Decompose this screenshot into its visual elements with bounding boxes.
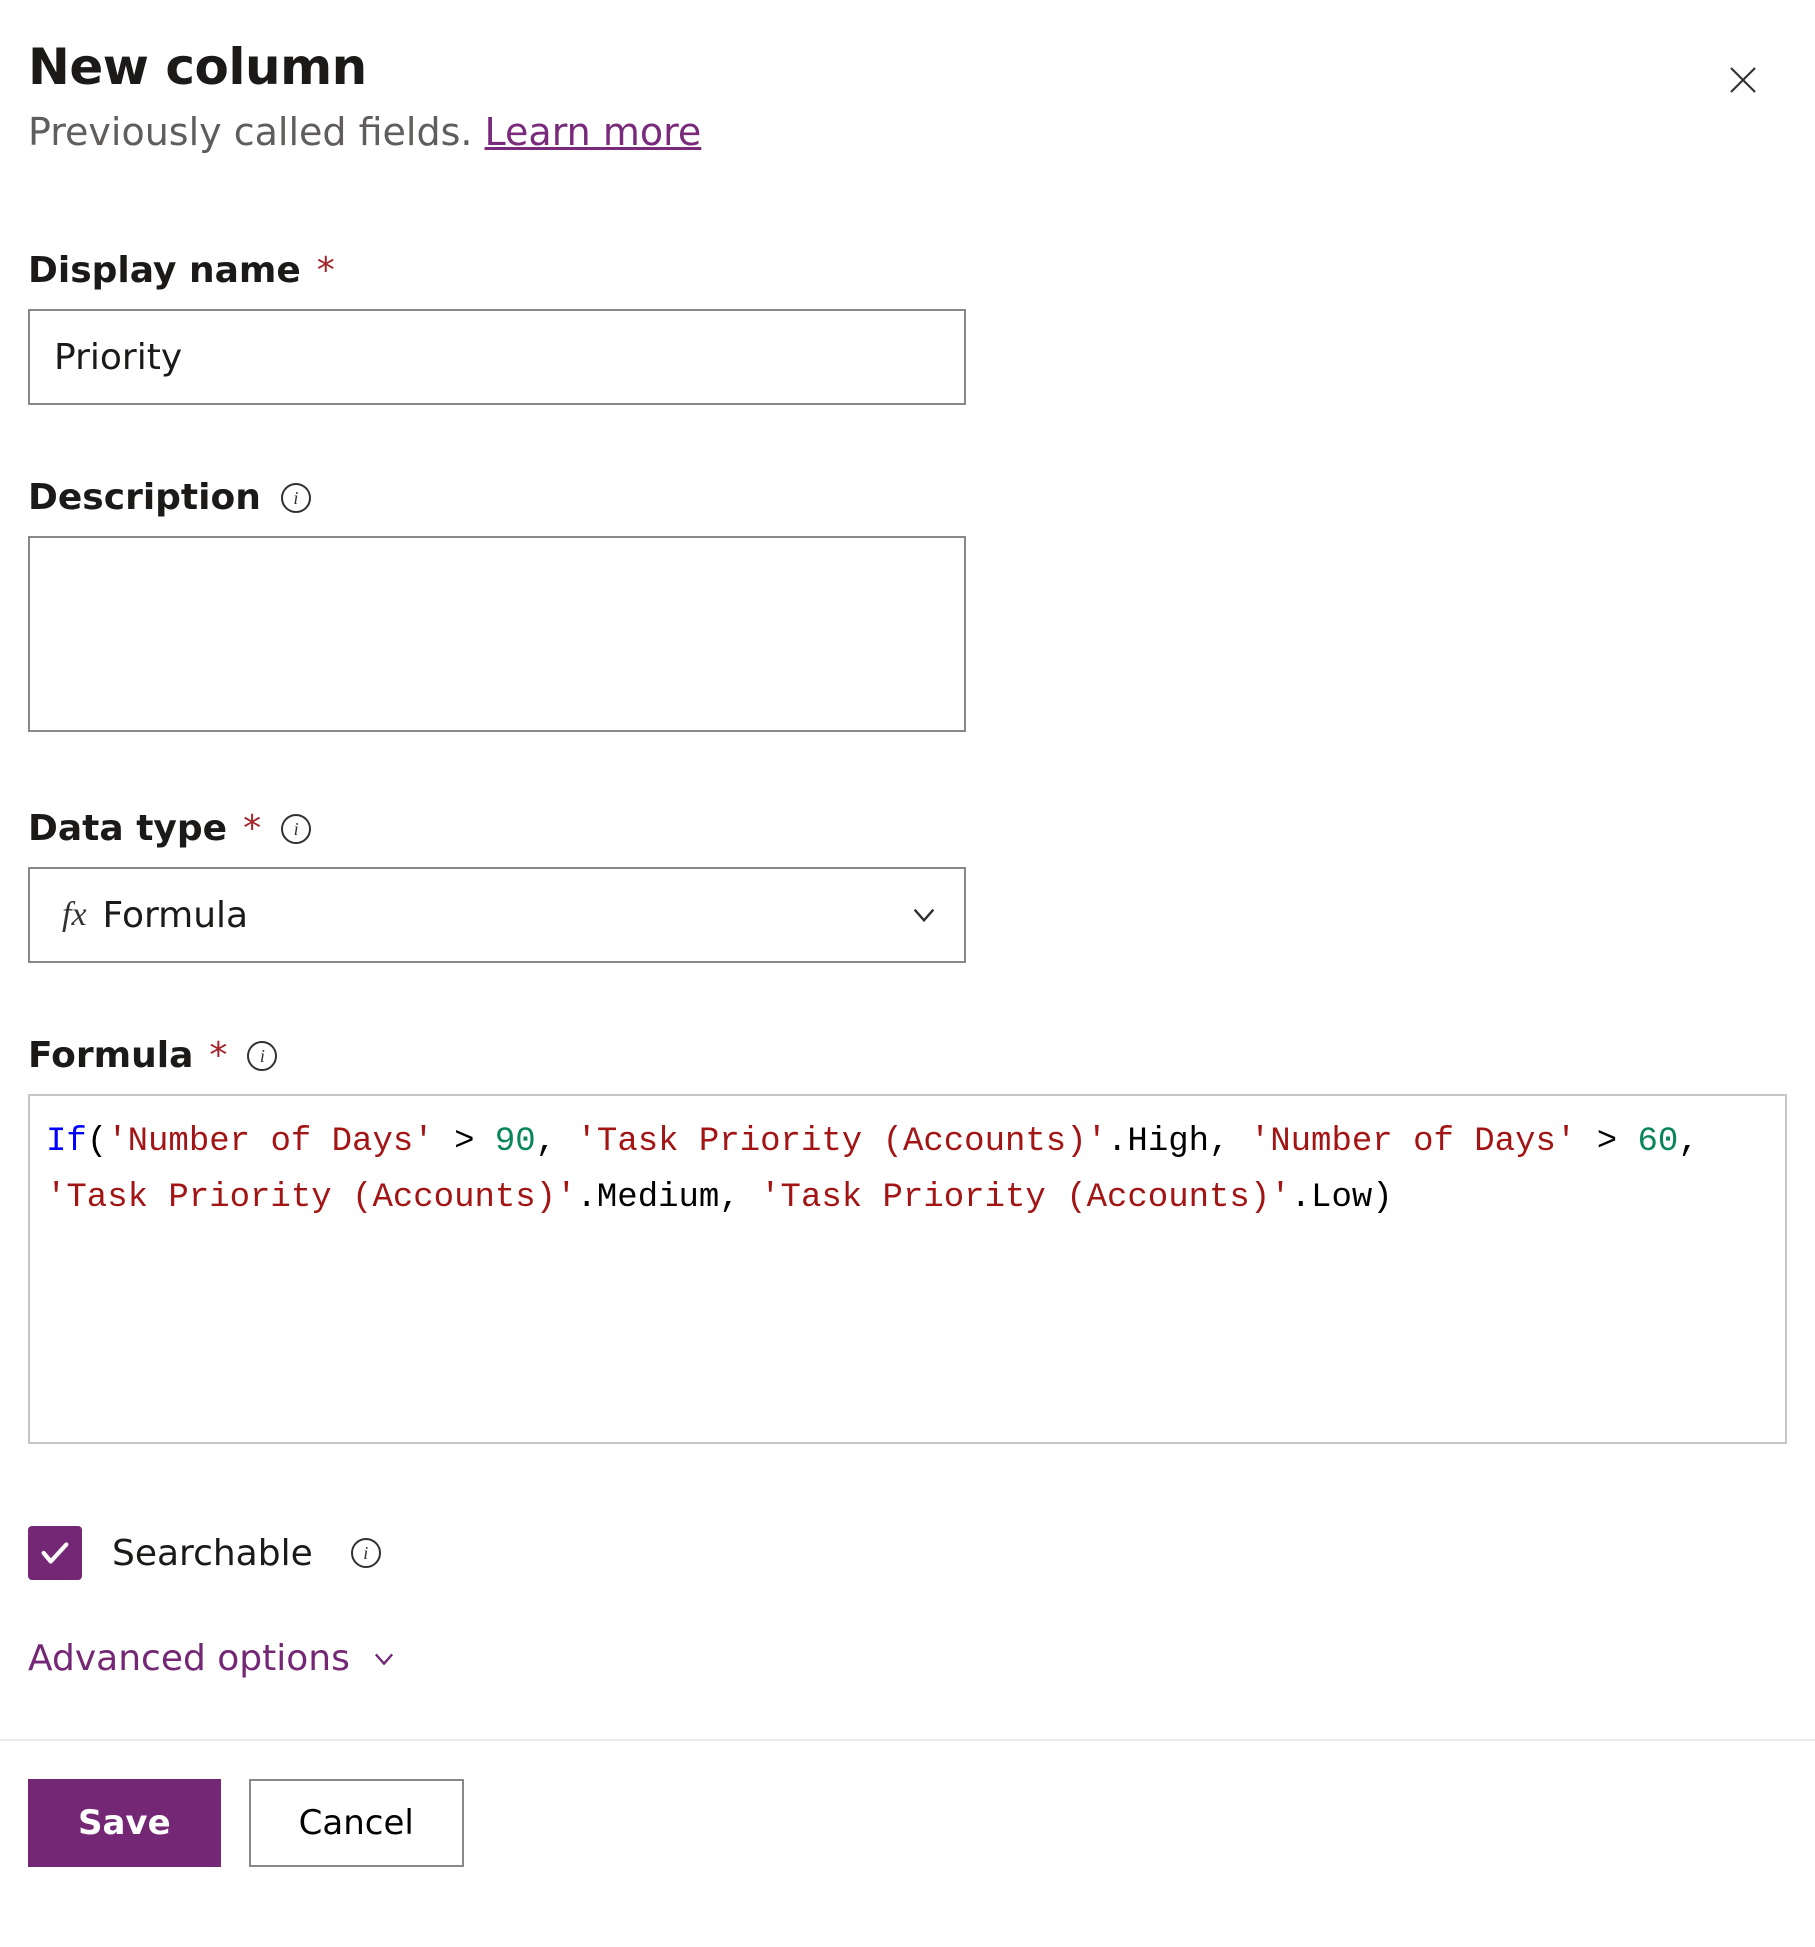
- cancel-button[interactable]: Cancel: [249, 1779, 464, 1867]
- description-label-text: Description: [28, 477, 261, 518]
- data-type-dropdown[interactable]: fx Formula: [28, 867, 966, 963]
- formula-editor[interactable]: If('Number of Days' > 90, 'Task Priority…: [28, 1094, 1787, 1444]
- description-label: Description i: [28, 477, 1787, 518]
- learn-more-link[interactable]: Learn more: [485, 110, 702, 154]
- searchable-label: Searchable: [112, 1533, 313, 1574]
- description-input[interactable]: [28, 536, 966, 732]
- panel-subtitle: Previously called fields. Learn more: [28, 110, 1787, 154]
- chevron-down-icon: [370, 1645, 398, 1673]
- info-icon[interactable]: i: [281, 814, 311, 844]
- data-type-label: Data type * i: [28, 808, 1787, 849]
- info-icon[interactable]: i: [281, 483, 311, 513]
- advanced-options-toggle[interactable]: Advanced options: [28, 1638, 1787, 1679]
- required-marker: *: [209, 1035, 227, 1076]
- advanced-options-label: Advanced options: [28, 1638, 350, 1679]
- footer: Save Cancel: [0, 1739, 1815, 1905]
- data-type-value: Formula: [103, 895, 892, 936]
- formula-label: Formula * i: [28, 1035, 1787, 1076]
- display-name-label-text: Display name: [28, 250, 301, 291]
- close-button[interactable]: [1721, 58, 1765, 102]
- info-icon[interactable]: i: [247, 1041, 277, 1071]
- formula-label-text: Formula: [28, 1035, 193, 1076]
- display-name-label: Display name *: [28, 250, 1787, 291]
- panel-title: New column: [28, 38, 1787, 96]
- save-button[interactable]: Save: [28, 1779, 221, 1867]
- display-name-input[interactable]: [28, 309, 966, 405]
- subtitle-text: Previously called fields.: [28, 110, 485, 154]
- required-marker: *: [317, 250, 335, 291]
- required-marker: *: [243, 808, 261, 849]
- chevron-down-icon: [908, 899, 940, 931]
- searchable-checkbox[interactable]: [28, 1526, 82, 1580]
- info-icon[interactable]: i: [351, 1538, 381, 1568]
- check-icon: [38, 1536, 72, 1570]
- close-icon: [1725, 62, 1761, 98]
- fx-icon: fx: [62, 896, 87, 934]
- data-type-label-text: Data type: [28, 808, 227, 849]
